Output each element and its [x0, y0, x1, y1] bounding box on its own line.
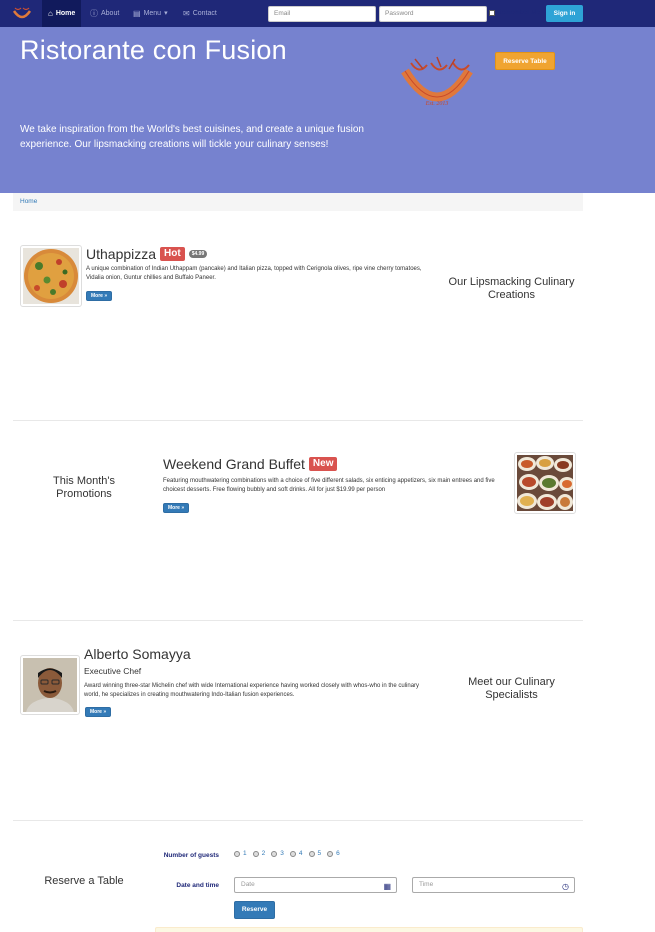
- promotion-image: [514, 452, 576, 514]
- leader-name: Alberto Somayya: [84, 646, 191, 662]
- guests-option-label: 5: [317, 850, 322, 857]
- divider: [13, 820, 583, 821]
- time-placeholder: Time: [419, 881, 434, 888]
- signin-button[interactable]: Sign in: [546, 5, 583, 22]
- info-icon: ⓘ: [90, 9, 98, 18]
- time-field[interactable]: Time ◷: [412, 877, 575, 893]
- navbar: ⌂ Home ⓘ About ▤ Menu ▾ ✉ Contact Email …: [0, 0, 655, 27]
- guests-option[interactable]: 1: [234, 850, 247, 857]
- reserve-button[interactable]: Reserve: [234, 901, 275, 919]
- pizza-icon: [23, 248, 79, 304]
- calendar-icon: ▦: [383, 882, 391, 891]
- leader-photo: [20, 655, 80, 715]
- nav-home-label: Home: [55, 10, 76, 17]
- email-field[interactable]: Email: [268, 6, 376, 22]
- alert-box: [155, 927, 583, 932]
- jumbotron-text: We take inspiration from the World's bes…: [20, 124, 364, 150]
- price-badge: $4.99: [188, 250, 208, 258]
- radio-button[interactable]: [271, 850, 278, 857]
- guests-option-label: 3: [280, 850, 284, 857]
- datetime-label: Date and time: [176, 882, 219, 889]
- jumbotron: Ristorante con Fusion We take inspiratio…: [0, 27, 655, 193]
- date-placeholder: Date: [241, 881, 255, 888]
- dish-description: A unique combination of Indian Uthappam …: [86, 266, 422, 281]
- radio-button[interactable]: [327, 850, 334, 857]
- radio-button[interactable]: [252, 850, 259, 857]
- guests-option[interactable]: 2: [252, 850, 266, 857]
- remember-me[interactable]: Remember Me: [489, 9, 540, 16]
- breadcrumb-home[interactable]: Home: [20, 198, 37, 205]
- password-field[interactable]: Password: [379, 6, 487, 22]
- leader-more-button[interactable]: More »: [85, 707, 112, 717]
- list-icon: ▤: [133, 9, 141, 18]
- nav-menu[interactable]: ▤ Menu ▾: [127, 0, 174, 27]
- nav-home[interactable]: ⌂ Home: [42, 0, 82, 27]
- guests-radio-group: 1 2 3 4 5 6: [234, 850, 340, 857]
- svg-text:Est. 2013: Est. 2013: [425, 101, 449, 107]
- guests-option[interactable]: 3: [271, 850, 284, 857]
- leader-designation: Executive Chef: [84, 666, 142, 676]
- dish-heading: Uthappizza Hot $4.99: [86, 246, 208, 262]
- radio-button[interactable]: [234, 850, 240, 857]
- avatar: [23, 658, 77, 712]
- page-title: Ristorante con Fusion: [20, 35, 287, 65]
- guests-label: Number of guests: [163, 852, 219, 859]
- leader-heading: Alberto Somayya: [84, 646, 191, 662]
- dish-section-heading: Our Lipsmacking Culinary Creations: [448, 276, 575, 301]
- dish-image: [20, 245, 82, 307]
- remember-checkbox[interactable]: [489, 9, 495, 16]
- dish-more-button[interactable]: More »: [86, 291, 113, 301]
- radio-button[interactable]: [308, 850, 315, 857]
- guests-option-label: 1: [243, 850, 247, 857]
- nav-contact-label: Contact: [192, 10, 217, 17]
- brand-logo[interactable]: [12, 5, 32, 21]
- caret-down-icon: ▾: [164, 10, 168, 17]
- guests-option[interactable]: 4: [289, 850, 303, 857]
- divider: [13, 420, 583, 421]
- reserve-section-heading: Reserve a Table: [44, 875, 124, 887]
- nav-about[interactable]: ⓘ About: [84, 0, 125, 27]
- promotion-heading: Weekend Grand Buffet New: [163, 456, 338, 472]
- guests-option-label: 4: [298, 850, 303, 857]
- nav-menu-label: Menu: [143, 10, 162, 17]
- promotion-name: Weekend Grand Buffet: [163, 456, 305, 472]
- guests-option-label: 2: [261, 850, 266, 857]
- nav-about-label: About: [101, 10, 120, 17]
- leader-section-heading: Meet our Culinary Specialists: [468, 676, 555, 701]
- remember-label: Remember Me: [497, 9, 540, 16]
- dish-name: Uthappizza: [86, 246, 157, 262]
- home-icon: ⌂: [48, 9, 53, 18]
- nav-contact[interactable]: ✉ Contact: [177, 0, 223, 27]
- new-label: New: [308, 457, 338, 471]
- clock-icon: ◷: [562, 882, 569, 891]
- guests-option-label: 6: [336, 850, 340, 857]
- hot-label: Hot: [160, 247, 185, 261]
- reserve-table-button[interactable]: Reserve Table: [495, 52, 555, 70]
- envelope-icon: ✉: [183, 9, 190, 18]
- restaurant-logo: Est. 2013: [401, 56, 473, 107]
- guests-option[interactable]: 5: [308, 850, 322, 857]
- promotion-more-button[interactable]: More »: [163, 503, 190, 513]
- date-field[interactable]: Date ▦: [234, 877, 397, 893]
- radio-button[interactable]: [289, 850, 296, 857]
- breadcrumb: Home: [13, 193, 583, 211]
- buffet-icon: [517, 455, 573, 511]
- guests-option[interactable]: 6: [327, 850, 340, 857]
- promotion-description: Featuring mouthwatering combinations wit…: [163, 478, 495, 493]
- promotion-section-heading: This Month's Promotions: [52, 475, 115, 500]
- divider: [13, 620, 583, 621]
- leader-description: Award winning three-star Michelin chef w…: [84, 683, 420, 698]
